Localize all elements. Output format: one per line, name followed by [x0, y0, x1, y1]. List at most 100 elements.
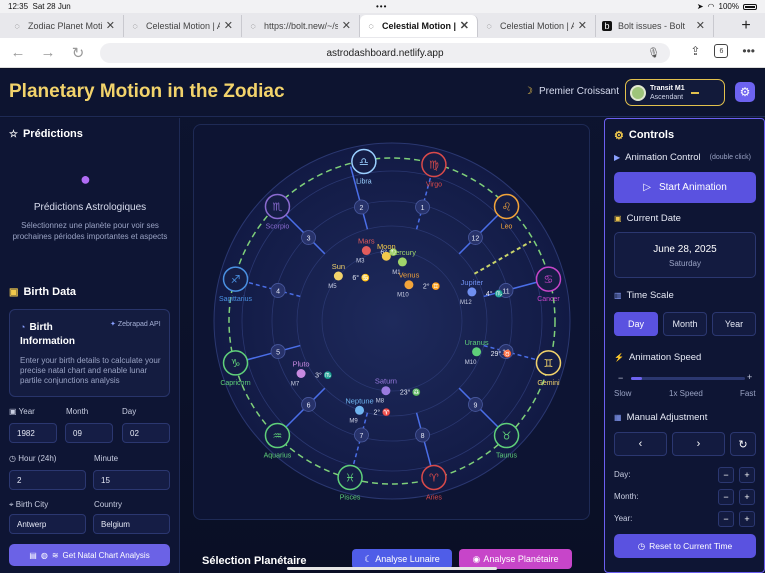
sign-glyph-cancer-icon: ♋ [544, 273, 554, 286]
tab-close-icon[interactable]: ✕ [696, 19, 705, 32]
scale-year-button[interactable]: Year [712, 312, 756, 336]
tab-close-icon[interactable]: ✕ [106, 19, 115, 32]
house-number-2: 2 [360, 205, 364, 212]
more-menu-icon[interactable]: ••• [742, 44, 755, 58]
api-label-text: Zebrapad API [117, 321, 161, 328]
planet-label-venus: Venus [398, 271, 419, 280]
back-arrow-icon[interactable]: ← [6, 44, 30, 61]
planet-icon: ◉ [472, 553, 481, 564]
current-date-label: ▣ Current Date [614, 213, 681, 224]
year-increase-button[interactable]: + [739, 511, 755, 527]
birth-info-title: ◔ Birth Information [20, 320, 100, 349]
day-adjust-label: Day: [614, 470, 631, 479]
home-indicator[interactable] [287, 567, 497, 570]
planet-dot-saturn[interactable] [381, 386, 391, 396]
planet-dot-pluto[interactable] [296, 369, 306, 378]
day-increase-button[interactable]: + [739, 467, 755, 483]
planet-dot-neptune[interactable] [355, 405, 365, 415]
refresh-icon: ↻ [738, 438, 748, 451]
zodiac-wheel[interactable]: ♎ Libra ♍ Virgo ♌ Leo ♋ Cancer ♊ Gemini ♉ Taurus ♈ Ar… [194, 125, 591, 521]
refresh-button[interactable]: ↻ [730, 432, 756, 456]
planet-house-code-neptune: M9 [349, 418, 358, 424]
day-input[interactable]: 02 [122, 423, 170, 443]
controls-panel: ⚙ Controls ▶ Animation Control (double clic… [604, 118, 765, 573]
microphone-icon[interactable]: 🎙 [647, 48, 660, 59]
house-number-11: 11 [502, 288, 509, 295]
planet-dot-mercury[interactable] [397, 257, 407, 267]
sign-label-aquarius: Aquarius [264, 453, 292, 460]
share-icon[interactable]: ⇪ [690, 44, 700, 58]
step-back-button[interactable]: ‹ [614, 432, 667, 456]
tab-count-button[interactable]: 6 [714, 44, 729, 58]
lunar-analysis-button[interactable]: ☾ Analyse Lunaire [352, 549, 452, 569]
planet-dot-uranus[interactable] [472, 347, 482, 357]
browser-tab-4-active[interactable]: ◌ Celestial Motion | As ✕ [360, 14, 478, 37]
planet-dot-sun[interactable] [333, 271, 343, 281]
current-date-text: Current Date [626, 213, 681, 224]
manual-adjustment-text: Manual Adjustment [626, 412, 708, 423]
tab-close-icon[interactable]: ✕ [460, 19, 469, 32]
year-input[interactable]: 1982 [9, 423, 57, 443]
step-forward-button[interactable]: › [672, 432, 725, 456]
speed-slider[interactable] [631, 377, 745, 380]
transit-badge[interactable]: Transit M1 Ascendant [625, 79, 725, 106]
tab-close-icon[interactable]: ✕ [224, 19, 233, 32]
user-icon: ◔ [20, 322, 26, 332]
city-input[interactable]: Antwerp [9, 514, 86, 534]
app-header: Planetary Motion in the Zodiac ☽ Premier… [0, 69, 765, 117]
settings-button[interactable]: ⚙ [735, 82, 755, 102]
multitask-dots[interactable]: ••• [376, 2, 387, 11]
start-animation-button[interactable]: ▷ Start Animation [614, 172, 756, 203]
calendar-icon: ▣ [614, 214, 622, 223]
planet-dot-venus[interactable] [404, 280, 414, 290]
location-icon: ➤ [696, 2, 704, 11]
bar-chart-icon: ▥ [614, 291, 622, 300]
browser-tab-5[interactable]: ◌ Celestial Motion | As ✕ [478, 14, 596, 37]
tab-close-icon[interactable]: ✕ [578, 19, 587, 32]
planet-dot-jupiter[interactable] [467, 287, 477, 297]
month-input[interactable]: 09 [65, 423, 113, 443]
tab-label: Celestial Motion | As [500, 20, 574, 31]
year-decrease-button[interactable]: − [718, 511, 734, 527]
forward-arrow-icon[interactable]: → [36, 44, 60, 61]
hour-input[interactable]: 2 [9, 470, 86, 490]
reload-icon[interactable]: ↻ [66, 44, 90, 62]
speed-slow-label: Slow [614, 389, 632, 398]
address-bar[interactable]: astrodashboard.netlify.app 🎙 [100, 43, 670, 63]
reset-time-button[interactable]: ◷ Reset to Current Time [614, 534, 756, 558]
sign-label-gemini: Gemini [537, 380, 560, 387]
month-decrease-button[interactable]: − [718, 489, 734, 505]
birth-data-title: Birth Data [23, 286, 77, 298]
planet-label-uranus: Uranus [464, 338, 488, 347]
planet-dot-mars[interactable] [361, 246, 371, 256]
scale-day-button[interactable]: Day [614, 312, 658, 336]
chevron-right-icon: › [696, 438, 701, 450]
new-tab-button[interactable]: + [735, 15, 757, 37]
sliders-icon: ▦ [614, 413, 622, 422]
browser-tab-3[interactable]: ◌ https://bolt.new/~/sb ✕ [242, 14, 360, 37]
tab-label: https://bolt.new/~/sb [264, 20, 338, 31]
natal-chart-button[interactable]: ▤ ◍ ≋ Get Natal Chart Analysis [9, 544, 170, 566]
predictions-title: Prédictions [22, 128, 83, 140]
globe-icon: ◍ [40, 550, 48, 560]
minute-input[interactable]: 15 [93, 470, 170, 490]
month-increase-button[interactable]: + [739, 489, 755, 505]
speed-decrease-icon[interactable]: − [618, 373, 623, 383]
planet-label-saturn: Saturn [375, 377, 397, 386]
signal-icon: ≋ [51, 550, 59, 560]
planet-analysis-button[interactable]: ◉ Analyse Planétaire [459, 549, 572, 569]
calendar-icon: ▣ [9, 286, 19, 298]
browser-tab-2[interactable]: ◌ Celestial Motion | As ✕ [124, 14, 242, 37]
scale-month-button[interactable]: Month [663, 312, 707, 336]
country-input[interactable]: Belgium [93, 514, 170, 534]
planet-degree-neptune: 2° ♈ [374, 407, 392, 416]
status-date: Sat 28 Jun [32, 2, 71, 11]
tab-close-icon[interactable]: ✕ [342, 19, 351, 32]
browser-tab-6[interactable]: b Bolt issues - Bolt ✕ [596, 14, 714, 37]
browser-tab-1[interactable]: ◌ Zodiac Planet Motion ✕ [6, 14, 124, 37]
day-decrease-button[interactable]: − [718, 467, 734, 483]
speed-increase-icon[interactable]: + [747, 372, 752, 382]
sign-label-pisces: Pisces [340, 494, 361, 501]
sign-label-scorpio: Scorpio [266, 223, 290, 230]
country-label: Country [94, 500, 123, 509]
